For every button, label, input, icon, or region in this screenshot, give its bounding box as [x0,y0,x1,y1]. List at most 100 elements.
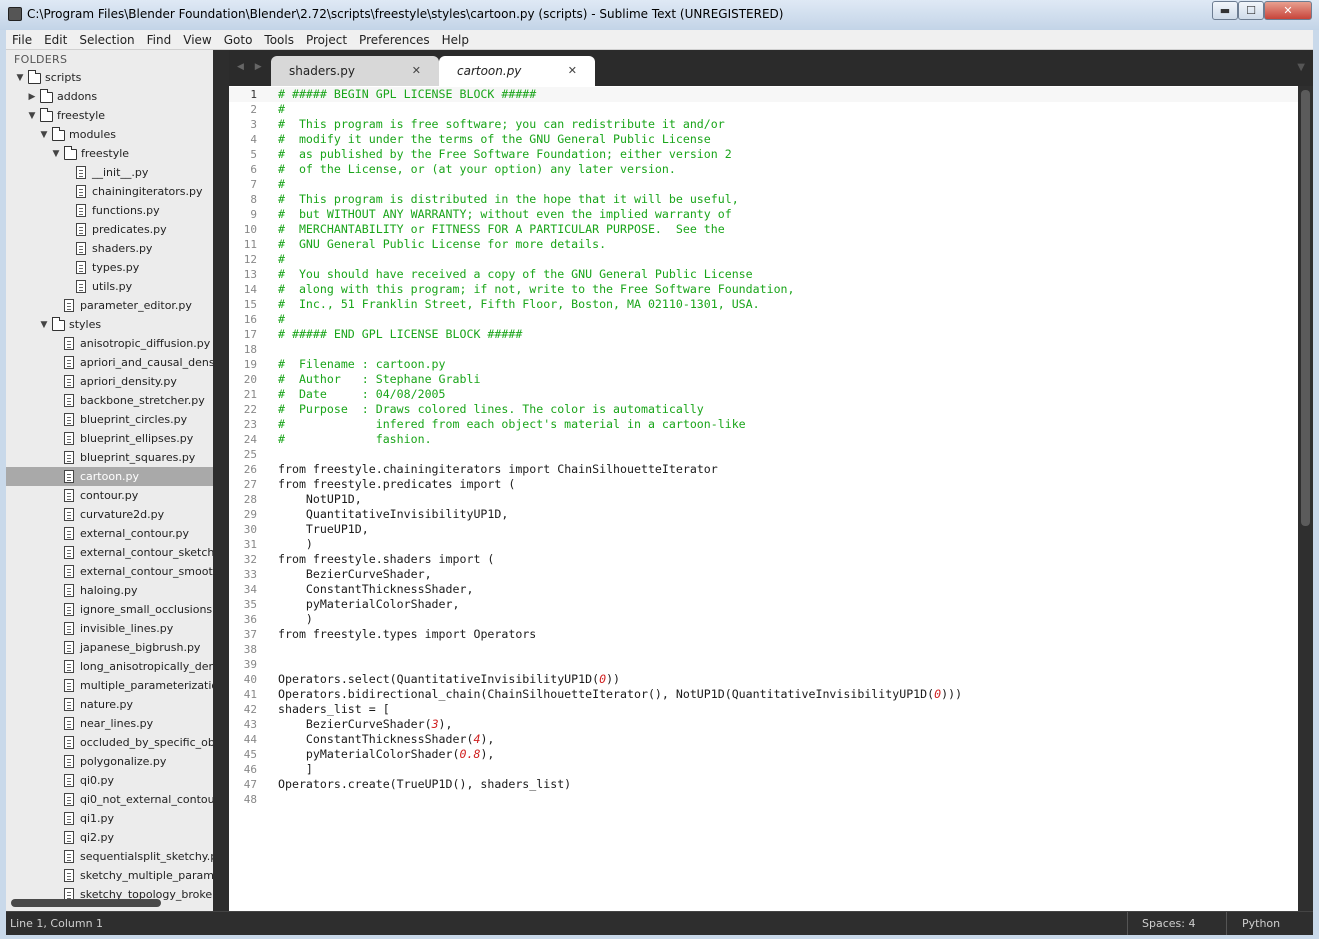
minimize-button[interactable]: ▬ [1212,1,1238,20]
tree-file[interactable]: utils.py [6,277,213,296]
expand-arrow-down-icon[interactable]: ▼ [50,149,62,159]
tree-file[interactable]: blueprint_squares.py [6,448,213,467]
tree-file[interactable]: invisible_lines.py [6,619,213,638]
indentation-setting[interactable]: Spaces: 4 [1142,917,1195,930]
tree-file[interactable]: nature.py [6,695,213,714]
code-line[interactable]: from freestyle.predicates import ( [278,477,515,492]
tree-file[interactable]: near_lines.py [6,714,213,733]
code-line[interactable]: # This program is distributed in the hop… [278,192,739,207]
tree-file[interactable]: external_contour_smooth.py [6,562,213,581]
menu-goto[interactable]: Goto [218,30,259,50]
tree-file[interactable]: backbone_stretcher.py [6,391,213,410]
tree-folder[interactable]: ▼ scripts [6,68,213,87]
tree-file[interactable]: anisotropic_diffusion.py [6,334,213,353]
code-line[interactable]: TrueUP1D, [278,522,369,537]
code-line[interactable]: NotUP1D, [278,492,362,507]
tab-cartoon-py[interactable]: cartoon.py ✕ [439,56,595,86]
code-line[interactable]: # This program is free software; you can… [278,117,725,132]
tree-file[interactable]: blueprint_ellipses.py [6,429,213,448]
tree-file[interactable]: qi1.py [6,809,213,828]
code-line[interactable]: from freestyle.shaders import ( [278,552,494,567]
code-line[interactable]: QuantitativeInvisibilityUP1D, [278,507,508,522]
code-line[interactable]: ] [278,762,313,777]
tree-file[interactable]: contour.py [6,486,213,505]
tree-file[interactable]: occluded_by_specific_object.py [6,733,213,752]
code-line[interactable]: # Author : Stephane Grabli [278,372,480,387]
tree-file[interactable]: parameter_editor.py [6,296,213,315]
tree-file[interactable]: japanese_bigbrush.py [6,638,213,657]
tree-file[interactable]: functions.py [6,201,213,220]
tree-file[interactable]: apriori_density.py [6,372,213,391]
tree-file[interactable]: curvature2d.py [6,505,213,524]
maximize-button[interactable]: ☐ [1238,1,1264,20]
expand-arrow-down-icon[interactable]: ▼ [38,130,50,140]
tree-file[interactable]: ignore_small_occlusions.py [6,600,213,619]
code-line[interactable]: Operators.select(QuantitativeInvisibilit… [278,672,620,687]
code-line[interactable]: # Inc., 51 Franklin Street, Fifth Floor,… [278,297,760,312]
expand-arrow-right-icon[interactable]: ▶ [26,92,38,102]
code-line[interactable]: # but WITHOUT ANY WARRANTY; without even… [278,207,732,222]
code-line[interactable]: pyMaterialColorShader, [278,597,460,612]
tree-file[interactable]: external_contour.py [6,524,213,543]
code-line[interactable]: from freestyle.chainingiterators import … [278,462,718,477]
code-line[interactable]: # ##### BEGIN GPL LICENSE BLOCK ##### [278,87,536,102]
menu-find[interactable]: Find [141,30,178,50]
code-line[interactable]: # Date : 04/08/2005 [278,387,446,402]
tree-file[interactable]: __init__.py [6,163,213,182]
syntax-selector[interactable]: Python [1242,917,1280,930]
code-line[interactable]: # ##### END GPL LICENSE BLOCK ##### [278,327,522,342]
code-line[interactable]: ) [278,612,313,627]
tree-file[interactable]: sketchy_multiple_parameterization.py [6,866,213,885]
tab-dropdown-icon[interactable]: ▼ [1297,62,1305,73]
code-line[interactable]: # of the License, or (at your option) an… [278,162,676,177]
code-line[interactable]: ConstantThicknessShader, [278,582,474,597]
menu-selection[interactable]: Selection [73,30,140,50]
tree-file[interactable]: shaders.py [6,239,213,258]
sidebar-divider[interactable] [213,50,229,911]
code-line[interactable]: pyMaterialColorShader(0.8), [278,747,495,762]
menu-view[interactable]: View [177,30,217,50]
tab-close-icon[interactable]: ✕ [412,64,421,77]
tree-file[interactable]: haloing.py [6,581,213,600]
code-line[interactable]: # You should have received a copy of the… [278,267,753,282]
code-line[interactable]: Operators.bidirectional_chain(ChainSilho… [278,687,962,702]
editor-scrollbar-thumb[interactable] [1301,90,1310,526]
code-line[interactable]: # Purpose : Draws colored lines. The col… [278,402,704,417]
tab-nav-arrows[interactable]: ◀ ▶ [237,62,266,72]
tree-folder[interactable]: ▼ freestyle [6,144,213,163]
code-line[interactable]: BezierCurveShader(3), [278,717,453,732]
expand-arrow-down-icon[interactable]: ▼ [14,73,26,83]
code-line[interactable]: # GNU General Public License for more de… [278,237,606,252]
tree-folder[interactable]: ▼ freestyle [6,106,213,125]
code-editor[interactable]: 1 2 3 4 5 6 7 8 9 10 11 12 13 14 15 16 17 18 19 20 21 22 23 24 2… [229,86,1313,911]
code-line[interactable]: # modify it under the terms of the GNU G… [278,132,711,147]
close-window-button[interactable]: ✕ [1264,1,1312,20]
tree-file[interactable]: blueprint_circles.py [6,410,213,429]
tree-file[interactable]: long_anisotropically_dense.py [6,657,213,676]
expand-arrow-down-icon[interactable]: ▼ [26,111,38,121]
code-line[interactable]: BezierCurveShader, [278,567,432,582]
code-line[interactable]: shaders_list = [ [278,702,390,717]
code-line[interactable]: # Filename : cartoon.py [278,357,446,372]
tree-file[interactable]: polygonalize.py [6,752,213,771]
menu-edit[interactable]: Edit [38,30,73,50]
code-line[interactable]: # [278,177,285,192]
tree-file[interactable]: qi0.py [6,771,213,790]
code-line[interactable]: # fashion. [278,432,432,447]
menu-help[interactable]: Help [436,30,475,50]
tree-file[interactable]: types.py [6,258,213,277]
tree-folder[interactable]: ▶ addons [6,87,213,106]
code-line[interactable]: Operators.create(TrueUP1D(), shaders_lis… [278,777,571,792]
code-line[interactable]: from freestyle.types import Operators [278,627,536,642]
code-line[interactable]: # along with this program; if not, write… [278,282,795,297]
code-line[interactable]: # [278,252,285,267]
tree-file[interactable]: external_contour_sketchy.py [6,543,213,562]
code-line[interactable]: # as published by the Free Software Foun… [278,147,732,162]
tree-file[interactable]: multiple_parameterization.py [6,676,213,695]
code-line[interactable]: ConstantThicknessShader(4), [278,732,495,747]
menu-project[interactable]: Project [300,30,353,50]
tree-file[interactable]: sequentialsplit_sketchy.py [6,847,213,866]
menu-preferences[interactable]: Preferences [353,30,436,50]
menu-file[interactable]: File [6,30,38,50]
expand-arrow-down-icon[interactable]: ▼ [38,320,50,330]
